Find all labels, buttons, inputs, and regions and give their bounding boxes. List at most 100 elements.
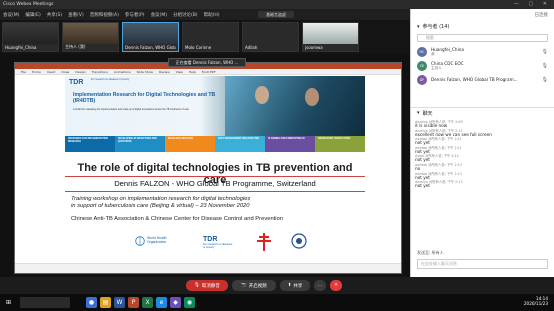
start-video-label: 开启视频 [248, 283, 267, 289]
ribbon-tab: View [175, 69, 183, 74]
video-feed [183, 23, 238, 44]
thumbnail-active[interactable]: Dennis Falzon, WHO Glob... [122, 22, 179, 52]
chat-message: Aslah 对所有人说: 下午 2:12 not yet [411, 153, 554, 162]
thumbnail[interactable]: 主持人 (我) [62, 22, 119, 52]
windows-start-icon[interactable]: ⊞ [3, 297, 14, 308]
tdr-footer-tagline: For research on diseases of poverty [203, 242, 233, 249]
thumbnail-name: Dennis Falzon, WHO Glob... [125, 45, 176, 50]
menu-item[interactable]: 分组讨论(B) [173, 12, 198, 18]
workshop-line: Training workshop on implementation rese… [71, 196, 251, 202]
ribbon-tab: Home [32, 69, 41, 74]
banner-photo [225, 76, 365, 136]
chat-recipient-select[interactable]: 发送至: 所有人 [417, 249, 548, 257]
connection-status: 已连接 [534, 12, 549, 18]
taskbar-app-icon[interactable]: ▤ [100, 297, 111, 308]
more-options-button[interactable]: ... [314, 280, 326, 291]
chat-text: not yet [415, 183, 430, 189]
participant-row[interactable]: DF Dennis Falzon, WHO Global TB Program.… [411, 73, 554, 87]
chat-messages[interactable]: dismiya 对所有人说: 下午 2:09 it is visible now … [411, 119, 554, 247]
menu-item[interactable]: 共享(S) [47, 12, 62, 18]
banner-person [255, 86, 269, 104]
who-logo: World Health Organization [135, 236, 171, 246]
chat-title: 聊天 [422, 110, 433, 117]
thumbnail[interactable]: Adilah [242, 22, 299, 52]
video-feed [3, 23, 58, 44]
participant-role: 我 [431, 52, 435, 57]
title-bar: Cisco Webex Meetings — ▢ ✕ [0, 0, 554, 9]
module-tile: RESEARCH METHODS [165, 136, 215, 152]
menu-item[interactable]: 会议(M) [3, 12, 19, 18]
leave-meeting-button[interactable]: ✕ [330, 280, 342, 291]
taskbar-app-icon[interactable]: ● [86, 297, 97, 308]
share-button[interactable]: ⬆ 共享 [280, 280, 310, 291]
tdr-tagline: For research on diseases of poverty [91, 78, 130, 81]
thumbnail-name: Molo Corinne [185, 45, 212, 50]
chat-message: wentao 对所有人说: 下午 2:13 no [411, 162, 554, 171]
taskbar-app-icon[interactable]: ◉ [184, 297, 195, 308]
panel-top-bar: 已连接 [411, 9, 554, 20]
microphone-icon[interactable]: 🎙 [542, 49, 548, 55]
ribbon-tab: Slide Show [136, 69, 154, 74]
organizers: Chinese Anti-TB Association & Chinese Ce… [71, 216, 284, 222]
chat-message: dismiya 对所有人说: 下午 2:11 excellent now we c… [411, 128, 554, 137]
chat-input[interactable]: 在此处输入聊天消息 [417, 259, 548, 269]
video-feed [243, 23, 298, 44]
chat-message: dismiya 对所有人说: 下午 2:13 not yet [411, 179, 554, 188]
chevron-down-icon: ▾ [417, 110, 420, 116]
tdr-footer-logo: TDR For research on diseases of poverty [203, 236, 233, 249]
start-video-button[interactable]: 📷 开启视频 [232, 280, 276, 291]
unmute-button[interactable]: 🎙 取消静音 [186, 280, 228, 291]
thumbnail[interactable]: Molo Corinne [182, 22, 239, 52]
chevron-down-icon: ▾ [417, 23, 420, 30]
cross-of-lorraine-logo [257, 232, 271, 254]
banner-title: Implementation Research for Digital Tech… [73, 92, 216, 104]
taskbar-app-icon[interactable]: P [128, 297, 139, 308]
taskbar-search[interactable] [20, 297, 70, 308]
menu-item[interactable]: 音频和视频(A) [90, 12, 119, 18]
thumbnail[interactable]: jsoomwa [302, 22, 359, 52]
system-clock[interactable]: 14:14 2020/11/23 [524, 296, 548, 307]
microphone-icon[interactable]: 🎙 [542, 77, 548, 83]
thumbnail[interactable]: Huangfei_China [2, 22, 59, 52]
participant-row[interactable]: HC Huangfei_China 我 🎙 [411, 45, 554, 59]
participant-thumbnails: Huangfei_China 主持人 (我) Dennis Falzon, WH… [0, 20, 410, 54]
participant-info: Huangfei_China 我 [431, 47, 464, 57]
participant-search-input[interactable]: 搜索 [417, 34, 548, 42]
video-feed [63, 23, 118, 44]
taskbar-app-icon[interactable]: e [156, 297, 167, 308]
menu-item[interactable]: 帮助(H) [204, 12, 220, 18]
participant-row[interactable]: CE China CDC EOC 主持人 🎙 [411, 59, 554, 73]
avatar: HC [417, 47, 427, 57]
ribbon-tab: Review [159, 69, 170, 74]
china-cdc-logo [291, 233, 307, 251]
viewing-share-tag[interactable]: 正在查看 Dennis Falzon, WHO ... [168, 58, 246, 67]
participant-info: China CDC EOC 主持人 [431, 61, 464, 71]
microphone-icon[interactable]: 🎙 [542, 63, 548, 69]
slide-author: Dennis FALZON - WHO Global TB Programme,… [114, 179, 316, 188]
meeting-controls: 🎙 取消静音 📷 开启视频 ⬆ 共享 ... ✕ [0, 277, 554, 294]
participants-header[interactable]: ▾ 参与者 (14) [411, 21, 554, 32]
taskbar-app-icon[interactable]: X [142, 297, 153, 308]
participant-name: Dennis Falzon, WHO Global TB Program... [431, 76, 518, 82]
window-controls[interactable]: — ▢ ✕ [514, 1, 551, 7]
menu-item[interactable]: 编辑(E) [25, 12, 40, 18]
taskbar-app-icon[interactable]: ◆ [170, 297, 181, 308]
thumbnail-name: Adilah [245, 45, 258, 50]
recording-badge[interactable]: 激磁言盗虚 [258, 11, 294, 18]
right-panel: 已连接 ▾ 参与者 (14) 搜索 HC Huangfei_China 我 🎙 … [410, 9, 554, 277]
mic-muted-icon: 🎙 [194, 283, 200, 288]
banner-person [305, 88, 319, 106]
menu-item[interactable]: 查看(V) [68, 12, 84, 18]
thumbnail-name: jsoomwa [305, 45, 323, 50]
menu-item[interactable]: 参与者(P) [125, 12, 145, 18]
video-camera-icon: 📷 [241, 283, 247, 288]
who-emblem-icon [135, 236, 145, 246]
taskbar-app-icon[interactable]: W [114, 297, 125, 308]
menu-item[interactable]: 会议(M) [151, 12, 167, 18]
share-screen-icon: ⬆ [287, 283, 292, 288]
video-feed [303, 23, 358, 44]
chat-message: dismiya 对所有人说: 下午 2:09 it is visible now [411, 119, 554, 128]
module-tile: DATA MANAGEMENT AND ANALYSIS [215, 136, 265, 152]
ribbon-tab: Design [75, 69, 86, 74]
chat-header[interactable]: ▾ 聊天 [411, 107, 554, 118]
